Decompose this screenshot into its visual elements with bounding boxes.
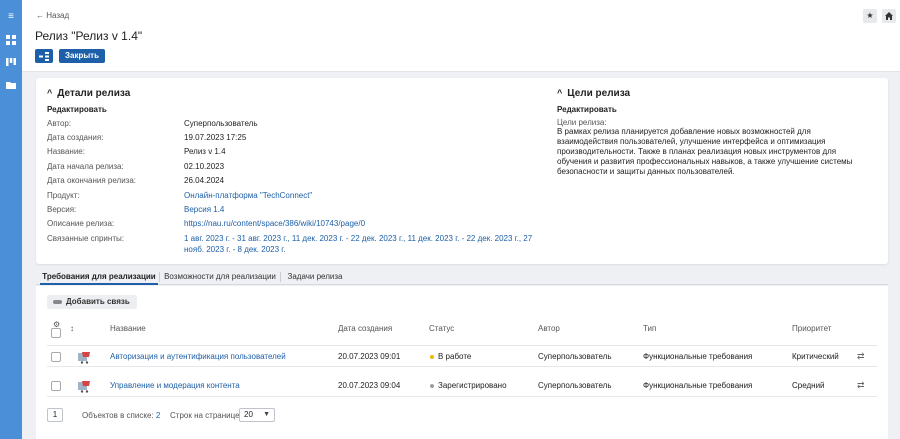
table-row[interactable]: Авторизация и аутентификация пользовател…	[47, 345, 877, 367]
sidebar: ≡	[0, 0, 22, 439]
details-edit-link[interactable]: Редактировать	[47, 105, 107, 114]
page-header: ← Назад Релиз "Релиз v 1.4" Закрыть ★	[22, 0, 900, 72]
chevron-up-icon: ^	[47, 88, 53, 98]
row-checkbox[interactable]	[51, 352, 61, 362]
favorite-button[interactable]: ★	[863, 9, 877, 23]
goals-label: Цели релиза:	[557, 118, 607, 127]
column-name[interactable]: Название	[110, 324, 146, 333]
row-type: Функциональные требования	[643, 352, 753, 361]
sort-icon[interactable]: ↕	[70, 324, 74, 333]
row-author: Суперпользователь	[538, 381, 612, 390]
back-link[interactable]: ← Назад	[36, 11, 69, 20]
sync-icon[interactable]: ⇄	[857, 380, 865, 391]
tab-tasks[interactable]: Задачи релиза	[281, 269, 349, 285]
home-icon	[885, 11, 893, 20]
goals-title: Цели релиза	[567, 88, 631, 99]
table-row[interactable]: Управление и модерация контента 20.07.20…	[47, 375, 877, 397]
row-status: Зарегистрировано	[430, 380, 507, 392]
column-priority[interactable]: Приоритет	[792, 324, 831, 333]
row-status: В работе	[430, 351, 471, 363]
tab-requirements[interactable]: Требования для реализации	[40, 269, 158, 285]
product-link[interactable]: Онлайн-платформа "TechConnect"	[184, 190, 312, 202]
goals-text: В рамках релиза планируется добавление н…	[557, 127, 853, 176]
board-icon[interactable]	[6, 57, 16, 67]
sprints-links[interactable]: 1 авг. 2023 г. - 31 авг. 2023 г., 11 дек…	[184, 233, 544, 255]
status-dot	[430, 354, 434, 359]
row-author: Суперпользователь	[538, 352, 612, 361]
rows-per-page-label: Строк на странице:	[170, 411, 242, 420]
actions-button[interactable]	[35, 49, 53, 63]
release-card: ^ Детали релиза Редактировать Автор: Супе…	[36, 78, 888, 264]
add-link-button[interactable]: Добавить связь	[47, 295, 137, 309]
column-type[interactable]: Тип	[643, 324, 656, 333]
row-priority: Критический	[792, 352, 839, 361]
column-created[interactable]: Дата создания	[338, 324, 392, 333]
goals-edit-link[interactable]: Редактировать	[557, 105, 617, 114]
select-all-checkbox[interactable]	[51, 328, 61, 338]
chevron-up-icon: ^	[557, 88, 563, 98]
page-number-button[interactable]: 1	[47, 408, 63, 422]
row-priority: Средний	[792, 381, 825, 390]
grid-icon[interactable]	[6, 35, 16, 45]
actions-icon	[39, 52, 49, 62]
objects-count: Объектов в списке: 2	[82, 411, 161, 420]
link-icon	[53, 299, 62, 304]
rows-per-page-select[interactable]: 20 ▼	[239, 408, 275, 422]
row-created: 20.07.2023 09:01	[338, 352, 401, 361]
tab-bar: Требования для реализации Возможности дл…	[36, 269, 888, 285]
description-link[interactable]: https://nau.ru/content/space/386/wiki/10…	[184, 218, 365, 230]
star-icon: ★	[866, 11, 874, 20]
page-title: Релиз "Релиз v 1.4"	[35, 29, 143, 43]
row-type: Функциональные требования	[643, 381, 753, 390]
menu-icon[interactable]: ≡	[6, 12, 16, 22]
goals-section-header[interactable]: ^ Цели релиза	[557, 88, 630, 99]
home-button[interactable]	[882, 9, 896, 23]
row-created: 20.07.2023 09:04	[338, 381, 401, 390]
status-dot	[430, 383, 434, 388]
version-link[interactable]: Версия 1.4	[184, 204, 224, 216]
close-button[interactable]: Закрыть	[59, 49, 105, 63]
tab-features[interactable]: Возможности для реализации	[160, 269, 280, 285]
sync-icon[interactable]: ⇄	[857, 351, 865, 362]
row-name-link[interactable]: Управление и модерация контента	[110, 380, 240, 392]
details-title: Детали релиза	[57, 88, 131, 99]
column-status[interactable]: Статус	[429, 324, 454, 333]
row-name-link[interactable]: Авторизация и аутентификация пользовател…	[110, 351, 286, 363]
requirement-icon	[78, 381, 90, 393]
details-section-header[interactable]: ^ Детали релиза	[47, 88, 130, 99]
caret-down-icon: ▼	[263, 411, 270, 418]
requirements-panel: Добавить связь ⚙ ↕ Название Дата создани…	[36, 286, 888, 439]
column-author[interactable]: Автор	[538, 324, 560, 333]
requirement-icon	[78, 352, 90, 364]
folder-icon[interactable]	[6, 80, 16, 90]
row-checkbox[interactable]	[51, 381, 61, 391]
